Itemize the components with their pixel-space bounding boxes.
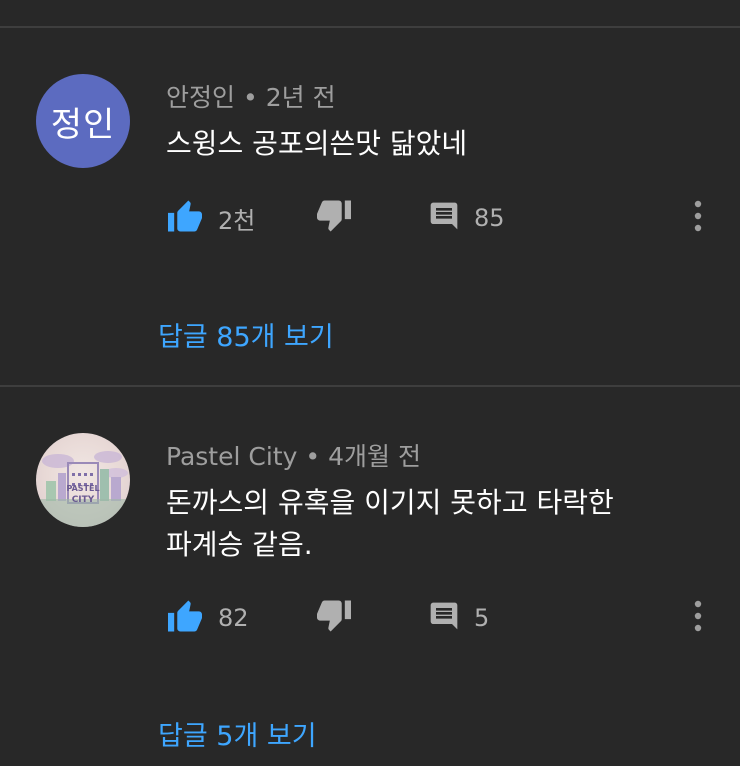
like-count: 82 [218,604,249,632]
comment-text: 돈까스의 유혹을 이기지 못하고 타락한 파계승 같음. [166,486,614,561]
meta-separator: • [305,442,321,471]
avatar-initials: 정인 [50,104,116,145]
divider [0,26,740,28]
divider [0,385,740,387]
view-replies-link[interactable]: 답글 85개 보기 [158,315,334,354]
meta-separator: • [243,83,258,112]
thumbs-down-icon [315,599,353,637]
comment-meta: 안정인 • 2년 전 [166,78,336,114]
avatar[interactable]: PASTEL CITY [36,433,130,527]
avatar[interactable]: 정인 [36,74,130,168]
thumbs-up-icon [166,199,204,237]
like-count: 2천 [218,206,256,235]
comment-author[interactable]: Pastel City [166,442,297,471]
reply-count: 85 [474,204,505,232]
more-button[interactable] [692,198,704,238]
more-vert-icon [692,199,704,237]
more-vert-icon [692,599,704,637]
comment-meta: Pastel City • 4개월 전 [166,437,421,473]
like-button[interactable]: 82 [166,598,249,638]
dislike-button[interactable] [315,598,353,638]
more-button[interactable] [692,598,704,638]
comment-time: 4개월 전 [328,442,421,471]
comment-time: 2년 전 [265,83,336,112]
thumbs-down-icon [315,199,353,237]
reply-button[interactable]: 5 [428,598,489,638]
like-button[interactable]: 2천 [166,198,255,238]
comment-actions: 82 5 [0,598,740,638]
thumbs-up-icon [166,599,204,637]
view-replies-link[interactable]: 답글 5개 보기 [158,714,317,753]
comment-author[interactable]: 안정인 [166,83,235,112]
comment-icon [428,600,460,636]
svg-text:PASTEL: PASTEL [66,484,99,493]
comment-text: 스윙스 공포의쓴맛 닮았네 [166,127,468,160]
pastel-city-logo-image: PASTEL CITY [36,451,130,527]
comments-screen: 정인 안정인 • 2년 전 스윙스 공포의쓴맛 닮았네 2천 85 답글 85개… [0,0,740,766]
dislike-button[interactable] [315,198,353,238]
comment-actions: 2천 85 [0,198,740,238]
reply-button[interactable]: 85 [428,198,505,238]
svg-text:CITY: CITY [72,495,95,505]
reply-count: 5 [474,604,490,632]
comment-icon [428,200,460,236]
